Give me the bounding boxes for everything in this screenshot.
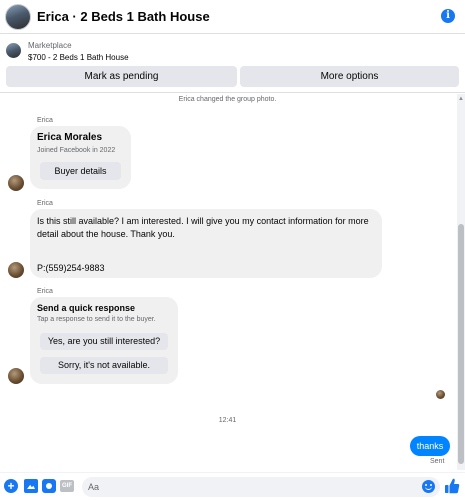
buyer-profile-card: Erica Morales Joined Facebook in 2022 Bu…: [30, 126, 131, 189]
quick-response-option-no[interactable]: Sorry, it's not available.: [40, 357, 168, 374]
conversation-header: Erica · 2 Beds 1 Bath House i: [0, 0, 465, 34]
outgoing-message[interactable]: thanks: [410, 436, 450, 456]
sender-avatar[interactable]: [8, 368, 24, 384]
photo-icon[interactable]: [24, 479, 38, 493]
message-input[interactable]: [82, 477, 440, 497]
listing-thumbnail[interactable]: [6, 43, 21, 58]
conversation-title[interactable]: Erica · 2 Beds 1 Bath House: [37, 9, 210, 24]
timestamp: 12:41: [218, 417, 237, 424]
joined-text: Joined Facebook in 2022: [37, 147, 116, 154]
buyer-details-button[interactable]: Buyer details: [40, 162, 121, 180]
plus-icon[interactable]: +: [4, 479, 18, 493]
gif-icon[interactable]: GIF: [60, 480, 74, 492]
quick-response-card: Send a quick response Tap a response to …: [30, 297, 178, 384]
seen-avatar: [436, 390, 445, 399]
quick-response-heading: Send a quick response: [37, 303, 136, 313]
more-options-button[interactable]: More options: [240, 66, 459, 87]
listing-title[interactable]: $700 - 2 Beds 1 Bath House: [28, 53, 129, 62]
scrollbar-thumb[interactable]: [458, 224, 464, 464]
message-text: Is this still available? I am interested…: [37, 216, 369, 239]
mark-as-pending-button[interactable]: Mark as pending: [6, 66, 237, 87]
incoming-message[interactable]: Is this still available? I am interested…: [30, 209, 382, 278]
quick-response-subtext: Tap a response to send it to the buyer.: [37, 316, 156, 323]
listing-avatar[interactable]: [5, 3, 31, 30]
delivery-status: Sent: [430, 458, 445, 465]
sticker-icon[interactable]: [42, 479, 56, 493]
info-icon[interactable]: i: [441, 9, 455, 23]
chat-scrollbar[interactable]: ▲: [457, 94, 465, 470]
quick-response-option-yes[interactable]: Yes, are you still interested?: [40, 333, 168, 350]
scroll-up-arrow-icon[interactable]: ▲: [458, 96, 464, 102]
emoji-icon[interactable]: [422, 480, 435, 493]
sender-avatar[interactable]: [8, 262, 24, 278]
sender-name: Erica: [37, 288, 53, 295]
sender-name: Erica: [37, 200, 53, 207]
message-list[interactable]: Erica changed the group photo. Erica Eri…: [0, 94, 465, 470]
sender-avatar[interactable]: [8, 175, 24, 191]
composer-bar: + GIF: [0, 472, 465, 500]
sender-name: Erica: [37, 117, 53, 124]
marketplace-banner: Marketplace $700 - 2 Beds 1 Bath House M…: [0, 35, 465, 93]
system-message: Erica changed the group photo.: [178, 96, 277, 103]
phone-number: P:(559)254-9883: [37, 263, 105, 273]
marketplace-label: Marketplace: [28, 41, 72, 50]
thumbs-up-icon[interactable]: [444, 477, 460, 495]
buyer-name: Erica Morales: [37, 132, 103, 143]
